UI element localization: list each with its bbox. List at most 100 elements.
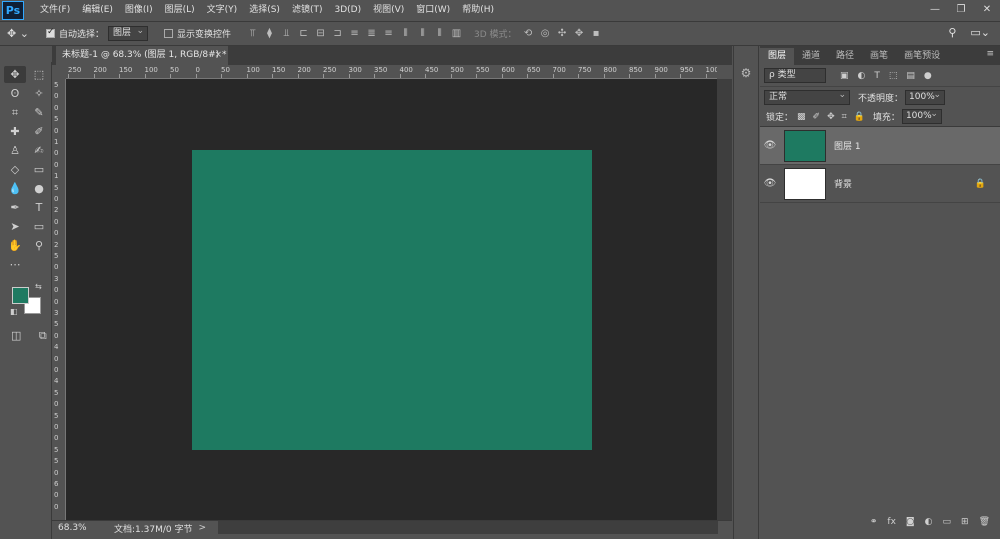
gradient-tool-icon[interactable]: ▭ (28, 161, 50, 178)
marquee-tool-icon[interactable]: ⬚ (28, 66, 50, 83)
menu-help[interactable]: 帮助(H) (456, 0, 500, 21)
foreground-color-swatch[interactable] (12, 287, 29, 304)
hand-tool-icon[interactable]: ✋ (4, 237, 26, 254)
filter-type-icon[interactable]: T (874, 71, 880, 81)
distribute-hcenter-icon[interactable]: ⦀ (417, 28, 428, 40)
filter-toggle-icon[interactable]: ● (924, 71, 932, 81)
rectangle-tool-icon[interactable]: ▭ (28, 218, 50, 235)
magic-wand-tool-icon[interactable]: ✧ (28, 85, 50, 102)
status-menu-icon[interactable]: > (198, 523, 206, 533)
vertical-ruler[interactable]: 5 0 0 5 0 1 0 0 1 5 0 2 0 0 2 5 0 3 0 0 3 5 0 4 0 0 4 5 0 5 0 0 5 5 0 6 0 0 (52, 79, 66, 520)
auto-select-dropdown[interactable]: 图层 (108, 25, 149, 41)
layer-style-button[interactable]: fx (887, 517, 896, 533)
menu-edit[interactable]: 编辑(E) (76, 0, 119, 21)
horizontal-scrollbar[interactable] (218, 521, 718, 534)
3d-rotate-icon[interactable]: ⟲ (523, 28, 534, 40)
filter-adjustment-icon[interactable]: ◐ (858, 71, 866, 81)
visibility-eye-icon[interactable]: 👁 (760, 178, 780, 189)
crop-tool-icon[interactable]: ⌗ (4, 104, 26, 121)
close-document-icon[interactable]: × (214, 46, 222, 65)
clone-stamp-tool-icon[interactable]: ♙ (4, 142, 26, 159)
show-transform-checkbox[interactable] (164, 29, 174, 38)
auto-select-checkbox[interactable] (46, 27, 55, 38)
3d-scale-icon[interactable]: ▪ (591, 28, 602, 40)
screen-mode-icon[interactable]: ⧉ (35, 327, 52, 344)
distribute-top-icon[interactable]: ≡ (349, 28, 360, 40)
tab-paths[interactable]: 路径 (828, 48, 862, 65)
distribute-bottom-icon[interactable]: ≡ (383, 28, 394, 40)
menu-type[interactable]: 文字(Y) (201, 0, 244, 21)
auto-align-icon[interactable]: ▥ (451, 28, 462, 40)
align-left-icon[interactable]: ⊏ (298, 28, 309, 40)
move-tool-icon[interactable]: ✥ (4, 66, 26, 83)
close-button[interactable]: ✕ (974, 0, 1000, 18)
layer-kind-filter[interactable]: ρ 类型 (764, 68, 826, 83)
link-layers-icon[interactable]: ⚭ (870, 517, 878, 533)
align-bottom-icon[interactable]: ⫫ (281, 28, 292, 40)
tab-brushes[interactable]: 画笔 (862, 48, 896, 65)
filter-pixel-icon[interactable]: ▣ (840, 71, 849, 81)
filter-smart-object-icon[interactable]: ▤ (906, 71, 915, 81)
lock-transparency-icon[interactable]: ▩ (797, 112, 806, 122)
menu-file[interactable]: 文件(F) (34, 0, 76, 21)
default-colors-icon[interactable]: ◧ (10, 307, 18, 316)
brush-tool-icon[interactable]: ✐ (28, 123, 50, 140)
lock-all-icon[interactable]: 🔒 (854, 112, 865, 122)
blend-mode-dropdown[interactable]: 正常 (764, 89, 850, 105)
lock-position-icon[interactable]: ✥ (827, 112, 835, 122)
menu-layer[interactable]: 图层(L) (159, 0, 201, 21)
menu-select[interactable]: 选择(S) (243, 0, 286, 21)
restore-button[interactable]: ❐ (948, 0, 974, 18)
document-tab[interactable]: 未标题-1 @ 68.3% (图层 1, RGB/8#) * × (56, 46, 228, 65)
menu-image[interactable]: 图像(I) (119, 0, 159, 21)
delete-layer-icon[interactable]: 🗑 (979, 517, 990, 533)
panel-menu-icon[interactable]: ≡ (986, 49, 994, 59)
3d-roll-icon[interactable]: ◎ (540, 28, 551, 40)
zoom-level[interactable]: 68.3% (52, 523, 90, 533)
3d-slide-icon[interactable]: ✥ (574, 28, 585, 40)
eraser-tool-icon[interactable]: ◇ (4, 161, 26, 178)
lock-image-icon[interactable]: ✐ (813, 112, 821, 122)
eyedropper-tool-icon[interactable]: ✎ (28, 104, 50, 121)
vertical-scrollbar[interactable] (717, 79, 732, 520)
tab-brush-presets[interactable]: 画笔预设 (896, 48, 948, 65)
visibility-eye-icon[interactable]: 👁 (760, 140, 780, 151)
opacity-input[interactable]: 100% (905, 89, 946, 105)
history-brush-tool-icon[interactable]: ✍ (28, 142, 50, 159)
more-tools-icon[interactable]: ⋯ (4, 256, 26, 273)
align-right-icon[interactable]: ⊐ (332, 28, 343, 40)
properties-panel-icon[interactable]: ⚙ (738, 66, 754, 82)
menu-3d[interactable]: 3D(D) (328, 0, 367, 21)
minimize-button[interactable]: — (922, 0, 948, 18)
align-top-icon[interactable]: ⫪ (247, 28, 258, 40)
distribute-left-icon[interactable]: ⦀ (400, 28, 411, 40)
distribute-vcenter-icon[interactable]: ≣ (366, 28, 377, 40)
new-layer-icon[interactable]: ⊞ (961, 517, 969, 533)
quick-mask-icon[interactable]: ◫ (8, 327, 25, 344)
search-icon[interactable]: ⚲ (948, 26, 956, 39)
ruler-origin[interactable] (52, 65, 66, 79)
filter-shape-icon[interactable]: ⬚ (889, 71, 898, 81)
type-tool-icon[interactable]: T (28, 199, 50, 216)
fill-input[interactable]: 100% (901, 108, 942, 124)
adjustment-layer-icon[interactable]: ◐ (925, 517, 933, 533)
lasso-tool-icon[interactable]: ʘ (4, 85, 26, 102)
path-selection-tool-icon[interactable]: ➤ (4, 218, 26, 235)
lock-artboard-icon[interactable]: ⌗ (842, 112, 847, 122)
add-mask-icon[interactable]: ◙ (906, 517, 915, 533)
layer-row[interactable]: 👁 背景 🔒 (760, 165, 1000, 203)
blur-tool-icon[interactable]: 💧 (4, 180, 26, 197)
align-vcenter-icon[interactable]: ⧫ (264, 28, 275, 40)
tab-layers[interactable]: 图层 (760, 48, 795, 65)
swap-colors-icon[interactable]: ⇆ (35, 282, 42, 291)
layer-row[interactable]: 👁 图层 1 (760, 127, 1000, 165)
align-hcenter-icon[interactable]: ⊟ (315, 28, 326, 40)
group-folder-icon[interactable]: ▭ (943, 517, 952, 533)
horizontal-ruler[interactable]: 250 200 150 100 50 0 50 100 150 200 250 300 350 400 45… (66, 65, 717, 79)
tab-channels[interactable]: 通道 (794, 48, 828, 65)
menu-filter[interactable]: 滤镜(T) (286, 0, 329, 21)
menu-view[interactable]: 视图(V) (367, 0, 410, 21)
move-tool-preset-button[interactable]: ✥ ⌄ (0, 24, 36, 44)
distribute-right-icon[interactable]: ⦀ (434, 28, 445, 40)
canvas-area[interactable] (66, 79, 717, 520)
